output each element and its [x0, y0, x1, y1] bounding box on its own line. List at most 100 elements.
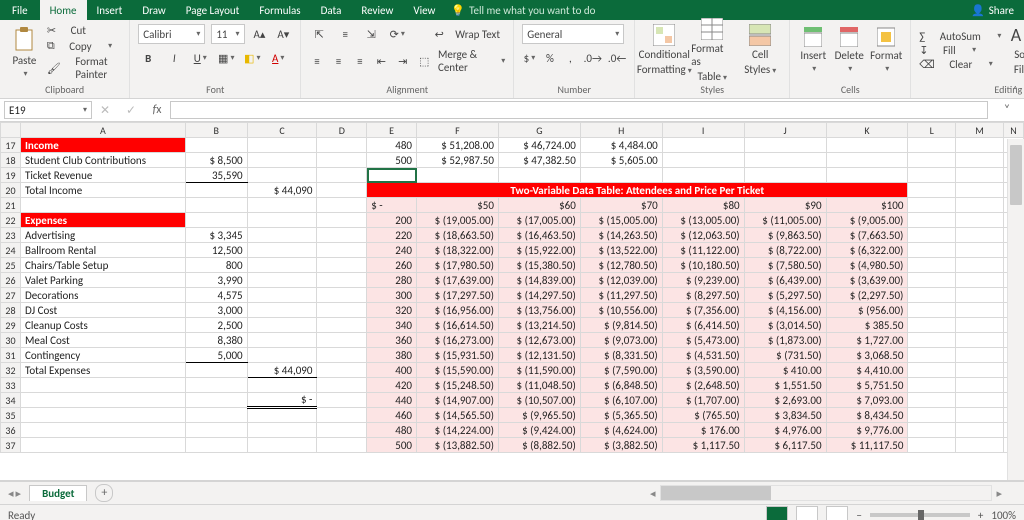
- cell[interactable]: [662, 168, 744, 183]
- row-header[interactable]: 32: [1, 363, 21, 378]
- cell[interactable]: Contingency: [20, 348, 185, 363]
- cell[interactable]: [908, 363, 956, 378]
- cell[interactable]: [956, 318, 1004, 333]
- cell[interactable]: $ (9,239.00): [662, 273, 744, 288]
- row-header[interactable]: 25: [1, 258, 21, 273]
- cell[interactable]: $ (5,473.00): [662, 333, 744, 348]
- view-page-break-icon[interactable]: [826, 506, 848, 520]
- cell[interactable]: 420: [367, 378, 417, 393]
- cell[interactable]: [317, 318, 367, 333]
- cell[interactable]: $ (3,882.50): [580, 438, 662, 453]
- cell[interactable]: $ (4,624.00): [580, 423, 662, 438]
- indent-dec-icon[interactable]: ⇤: [374, 51, 389, 71]
- cell[interactable]: $ (9,863.50): [744, 228, 826, 243]
- cell[interactable]: [908, 348, 956, 363]
- col-header[interactable]: J: [744, 123, 826, 138]
- cell[interactable]: $ 1,551.50: [744, 378, 826, 393]
- cell[interactable]: $ 5,751.50: [826, 378, 908, 393]
- col-header[interactable]: G: [498, 123, 580, 138]
- row-header[interactable]: 36: [1, 423, 21, 438]
- cell[interactable]: $ (6,414.50): [662, 318, 744, 333]
- cell[interactable]: $ (11,005.00): [744, 213, 826, 228]
- add-sheet-button[interactable]: +: [95, 484, 113, 502]
- cell[interactable]: 12,500: [185, 243, 247, 258]
- cell[interactable]: 300: [367, 288, 417, 303]
- underline-button[interactable]: U▾: [190, 48, 210, 68]
- cell[interactable]: $ (17,297.50): [417, 288, 499, 303]
- cell[interactable]: 360: [367, 333, 417, 348]
- cell[interactable]: [662, 153, 744, 168]
- cell[interactable]: [247, 228, 317, 243]
- cell[interactable]: [317, 258, 367, 273]
- cell[interactable]: [185, 213, 247, 228]
- cell[interactable]: [908, 153, 956, 168]
- cell[interactable]: [247, 213, 317, 228]
- cell[interactable]: Advertising: [20, 228, 185, 243]
- zoom-in-icon[interactable]: +: [978, 509, 983, 520]
- cell[interactable]: $ (17,980.50): [417, 258, 499, 273]
- cell[interactable]: 500: [367, 153, 417, 168]
- cell[interactable]: [247, 303, 317, 318]
- cell[interactable]: $ (7,356.00): [662, 303, 744, 318]
- cell[interactable]: 220: [367, 228, 417, 243]
- align-middle-icon[interactable]: ≡: [335, 24, 355, 44]
- col-header[interactable]: [1, 123, 21, 138]
- sort-filter-button[interactable]: A↓ZSort &Filter▾: [1007, 24, 1024, 76]
- col-header[interactable]: M: [956, 123, 1004, 138]
- cell[interactable]: $ 3,834.50: [744, 408, 826, 423]
- cancel-icon[interactable]: ✕: [92, 103, 118, 118]
- cell[interactable]: [247, 288, 317, 303]
- tab-nav-first-icon[interactable]: ◂: [8, 487, 14, 500]
- cell[interactable]: $ (11,297.50): [580, 288, 662, 303]
- cell[interactable]: [908, 408, 956, 423]
- autosum-button[interactable]: ∑ AutoSum ▾: [919, 30, 1001, 43]
- cell[interactable]: $ (8,882.50): [498, 438, 580, 453]
- cell[interactable]: [956, 183, 1004, 198]
- cell[interactable]: [185, 408, 247, 423]
- cell[interactable]: [20, 393, 185, 408]
- cell[interactable]: [908, 138, 956, 153]
- comma-icon[interactable]: ,: [563, 48, 577, 68]
- cell[interactable]: [185, 183, 247, 198]
- cell[interactable]: $ (956.00): [826, 303, 908, 318]
- cell[interactable]: [908, 303, 956, 318]
- cell[interactable]: $ 1,117.50: [662, 438, 744, 453]
- cell-styles-button[interactable]: CellStyles▾: [739, 24, 781, 76]
- cell[interactable]: [908, 393, 956, 408]
- number-format-select[interactable]: General▾: [522, 24, 624, 44]
- cell[interactable]: [956, 273, 1004, 288]
- row-header[interactable]: 35: [1, 408, 21, 423]
- cell[interactable]: $80: [662, 198, 744, 213]
- conditional-formatting-button[interactable]: ConditionalFormatting▾: [643, 24, 685, 76]
- cell[interactable]: 280: [367, 273, 417, 288]
- collapse-ribbon-icon[interactable]: ˄: [1013, 83, 1018, 96]
- horizontal-scrollbar[interactable]: ◂▸: [646, 485, 1006, 501]
- cell[interactable]: [247, 438, 317, 453]
- italic-button[interactable]: I: [164, 48, 184, 68]
- cell[interactable]: 800: [185, 258, 247, 273]
- cell[interactable]: [908, 333, 956, 348]
- cell[interactable]: [317, 378, 367, 393]
- align-right-icon[interactable]: ≡: [352, 51, 367, 71]
- cell[interactable]: [185, 423, 247, 438]
- cell[interactable]: $ 44,090: [247, 363, 317, 378]
- col-header[interactable]: L: [908, 123, 956, 138]
- col-header[interactable]: A: [20, 123, 185, 138]
- cell[interactable]: [20, 198, 185, 213]
- cell[interactable]: [20, 423, 185, 438]
- cell[interactable]: $ (15,931.50): [417, 348, 499, 363]
- cell[interactable]: $ 2,693.00: [744, 393, 826, 408]
- cell[interactable]: $ (1,873.00): [744, 333, 826, 348]
- border-button[interactable]: ▦▾: [216, 48, 236, 68]
- cell[interactable]: [956, 198, 1004, 213]
- cell[interactable]: 440: [367, 393, 417, 408]
- cell[interactable]: $ (16,956.00): [417, 303, 499, 318]
- cell[interactable]: $100: [826, 198, 908, 213]
- zoom-level[interactable]: 100%: [991, 509, 1016, 520]
- cell[interactable]: $ (3,590.00): [662, 363, 744, 378]
- cell[interactable]: [317, 183, 367, 198]
- cell[interactable]: [826, 153, 908, 168]
- cell[interactable]: $ (15,922.00): [498, 243, 580, 258]
- cell[interactable]: $ (14,839.00): [498, 273, 580, 288]
- cell[interactable]: [956, 408, 1004, 423]
